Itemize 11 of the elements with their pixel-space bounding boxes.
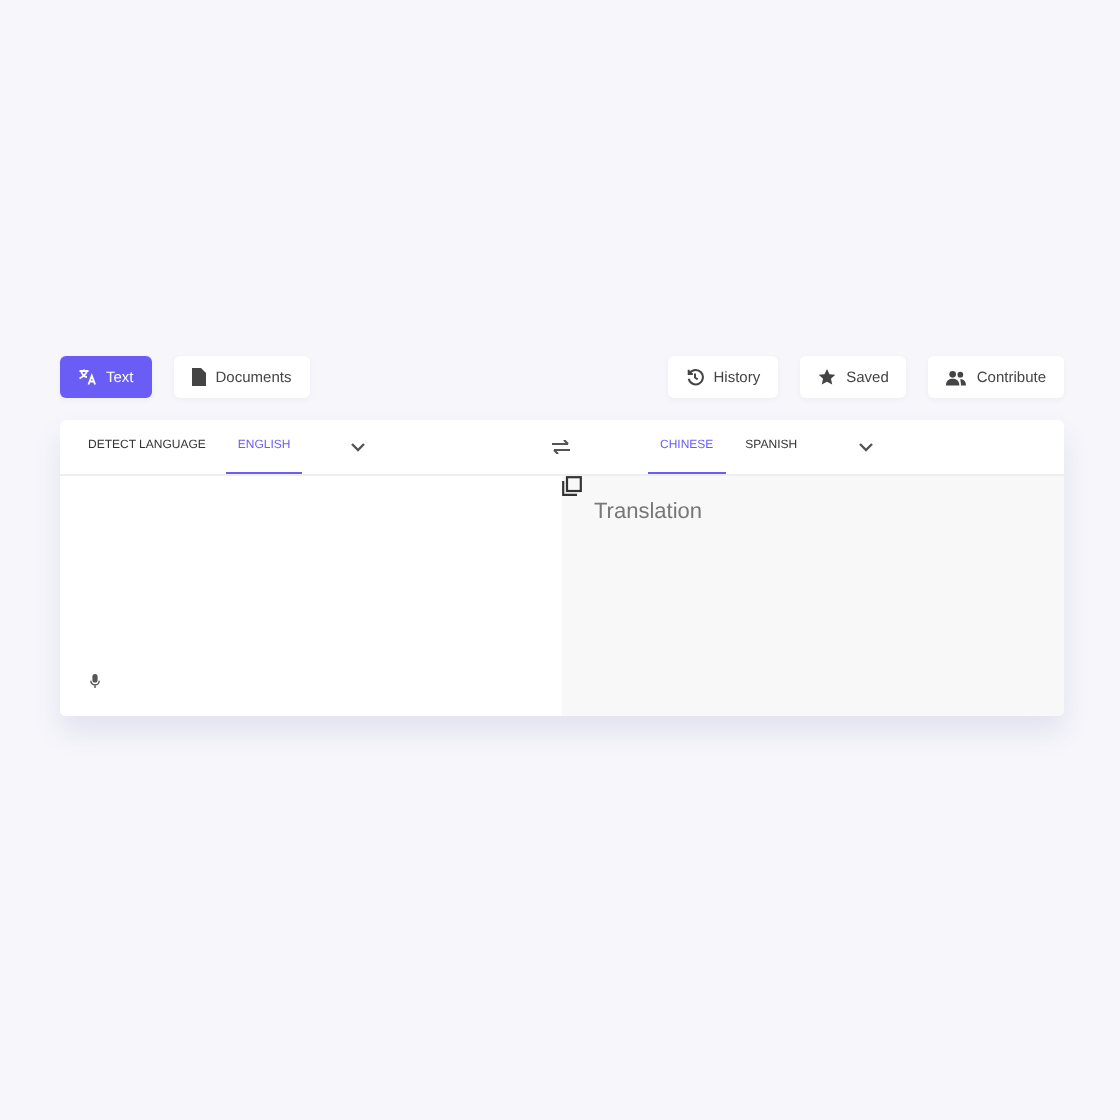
swap-icon[interactable] <box>552 440 570 454</box>
chevron-down-icon[interactable] <box>350 442 367 452</box>
microphone-icon[interactable] <box>90 674 100 688</box>
translate-icon <box>78 368 96 386</box>
people-icon <box>946 369 967 385</box>
history-icon <box>685 368 704 386</box>
copy-icon[interactable] <box>562 476 582 496</box>
chevron-down-icon[interactable] <box>857 442 874 452</box>
document-icon <box>191 368 206 386</box>
translation-field[interactable]: Translation <box>562 476 1064 716</box>
star-icon <box>818 368 837 386</box>
